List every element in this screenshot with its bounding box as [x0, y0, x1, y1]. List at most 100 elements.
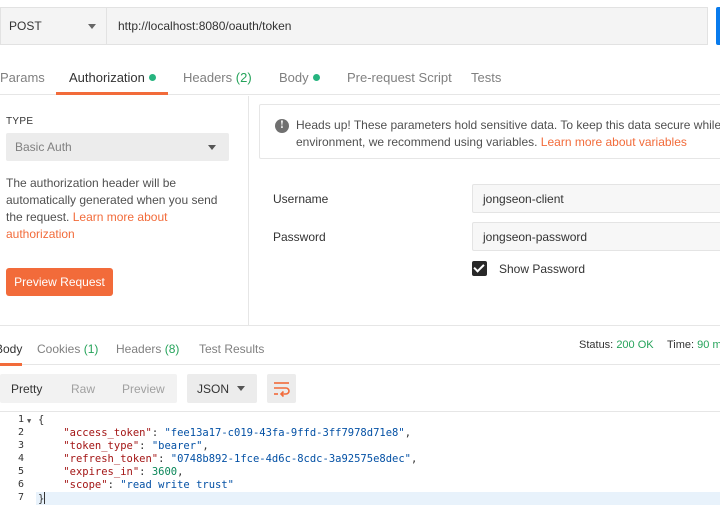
time-label: Time: [667, 339, 695, 351]
json-comma: , [202, 440, 209, 452]
code-line: "access_token": "fee13a17-c019-43fa-9ffd… [63, 427, 412, 439]
indicator-dot-icon [312, 74, 320, 81]
tab-tests[interactable]: Tests [471, 70, 501, 85]
json-value: "0748b892-1fce-4d6c-8cdc-3a92575e8dec" [170, 453, 411, 465]
json-value: "bearer" [151, 440, 203, 452]
heads-up-line2-text: environment, we recommend using variable… [296, 135, 538, 149]
tab-label: Headers [116, 342, 162, 356]
auth-description: The authorization header will be automat… [6, 175, 231, 243]
json-value: "read write trust" [120, 479, 235, 491]
preview-request-button[interactable]: Preview Request [6, 268, 113, 296]
status-value: 200 OK [616, 339, 654, 351]
chevron-down-icon [237, 386, 245, 391]
code-line: "refresh_token": "0748b892-1fce-4d6c-8cd… [63, 453, 418, 465]
code-line: "token_type": "bearer", [63, 440, 209, 452]
status-label: Status: [579, 339, 614, 351]
fold-arrow-icon[interactable]: ▼ [27, 417, 31, 425]
json-comma: , [177, 466, 184, 478]
tab-label: Headers [183, 70, 233, 85]
json-comma: , [404, 427, 412, 439]
response-tabs: Body Cookies (1) Headers (8) Test Result… [0, 325, 720, 366]
wrap-lines-button[interactable] [267, 374, 296, 403]
info-icon: ! [275, 119, 289, 133]
wrap-lines-icon [274, 382, 290, 398]
json-key: "refresh_token" [63, 453, 159, 465]
json-value: 3600 [151, 466, 178, 478]
tab-label: Body [279, 70, 309, 85]
tab-test-results[interactable]: Test Results [199, 342, 264, 356]
password-field[interactable]: jongseon-password [472, 222, 720, 251]
request-tabs: Params Authorization Headers (2) Body Pr… [0, 57, 720, 95]
auth-type-panel: TYPE Basic Auth The authorization header… [0, 96, 249, 325]
view-raw-button[interactable]: Raw [71, 382, 95, 396]
tab-label: Authorization [69, 70, 145, 85]
code-line: "scope": "read write trust" [63, 479, 235, 491]
tab-label: Test Results [199, 342, 265, 356]
username-field[interactable]: jongseon-client [472, 184, 720, 213]
tab-label: Params [0, 70, 45, 85]
line-number: 2 [17, 427, 24, 438]
tab-headers[interactable]: Headers (2) [183, 70, 252, 85]
request-bar: POST http://localhost:8080/oauth/token [0, 0, 720, 57]
heads-up-text: Heads up! These parameters hold sensitiv… [296, 117, 720, 151]
send-button[interactable] [716, 7, 720, 45]
json-key: "expires_in" [63, 466, 140, 478]
tab-cookies[interactable]: Cookies (1) [37, 342, 98, 356]
tab-response-body[interactable]: Body [0, 342, 22, 356]
username-value: jongseon-client [483, 191, 564, 206]
heads-up-line2: environment, we recommend using variable… [296, 134, 720, 151]
line-number: 4 [17, 453, 24, 464]
close-brace: } [38, 493, 45, 505]
show-password-checkbox[interactable] [472, 261, 487, 276]
json-value: "fee13a17-c019-43fa-9ffd-3ff7978d71e8" [164, 427, 405, 439]
tab-authorization[interactable]: Authorization [69, 70, 156, 85]
url-input[interactable]: http://localhost:8080/oauth/token [107, 7, 708, 45]
chevron-down-icon [88, 24, 96, 29]
tab-body[interactable]: Body [279, 70, 320, 85]
username-label: Username [273, 192, 329, 206]
tab-params[interactable]: Params [0, 70, 45, 85]
json-key: "access_token" [63, 427, 152, 439]
tab-count: (2) [235, 70, 252, 85]
tab-label: Body [0, 342, 23, 356]
chevron-down-icon [208, 145, 216, 150]
learn-more-variables-link[interactable]: Learn more about variables [541, 135, 687, 149]
method-select[interactable]: POST [0, 7, 107, 45]
heads-up-line1: Heads up! These parameters hold sensitiv… [296, 118, 720, 132]
indicator-dot-icon [148, 74, 156, 81]
tab-count: (8) [164, 342, 180, 356]
active-tab-underline [56, 92, 168, 95]
view-pretty-button[interactable]: Pretty [11, 382, 42, 396]
method-label: POST [9, 19, 42, 33]
tab-count: (1) [83, 342, 99, 356]
line-number: 3 [17, 440, 24, 451]
json-comma: , [411, 453, 418, 465]
line-number: 5 [17, 466, 24, 477]
heads-up-notice: ! Heads up! These parameters hold sensit… [259, 104, 720, 159]
view-mode-switch: Pretty Raw Preview [0, 374, 177, 403]
line-number: 1 [17, 414, 24, 425]
line-number-gutter: 1 ▼ 2 3 4 5 6 7 [0, 413, 36, 519]
response-body-editor[interactable]: 1 ▼ 2 3 4 5 6 7 { "access_token": "fee13… [0, 413, 720, 519]
show-password-label: Show Password [499, 262, 586, 276]
tab-response-headers[interactable]: Headers (8) [116, 342, 179, 356]
auth-type-select[interactable]: Basic Auth [6, 133, 229, 161]
json-key: "scope" [63, 479, 108, 491]
url-text: http://localhost:8080/oauth/token [118, 19, 292, 33]
status-readout: Status: 200 OK [579, 339, 654, 351]
tab-pre-request-script[interactable]: Pre-request Script [347, 70, 452, 85]
view-preview-button[interactable]: Preview [122, 382, 165, 396]
type-label: TYPE [6, 116, 34, 127]
json-key: "token_type" [63, 440, 140, 452]
code-line: { [38, 414, 44, 427]
time-readout: Time: 90 m [667, 339, 720, 351]
tab-label: Tests [471, 70, 502, 85]
tab-label: Cookies [37, 342, 81, 356]
code-line-current: } [36, 492, 720, 505]
line-number: 6 [17, 479, 24, 490]
time-value: 90 m [697, 339, 720, 351]
format-value: JSON [197, 381, 230, 396]
format-select[interactable]: JSON [187, 374, 257, 403]
password-label: Password [273, 230, 326, 244]
tab-label: Pre-request Script [347, 70, 452, 85]
